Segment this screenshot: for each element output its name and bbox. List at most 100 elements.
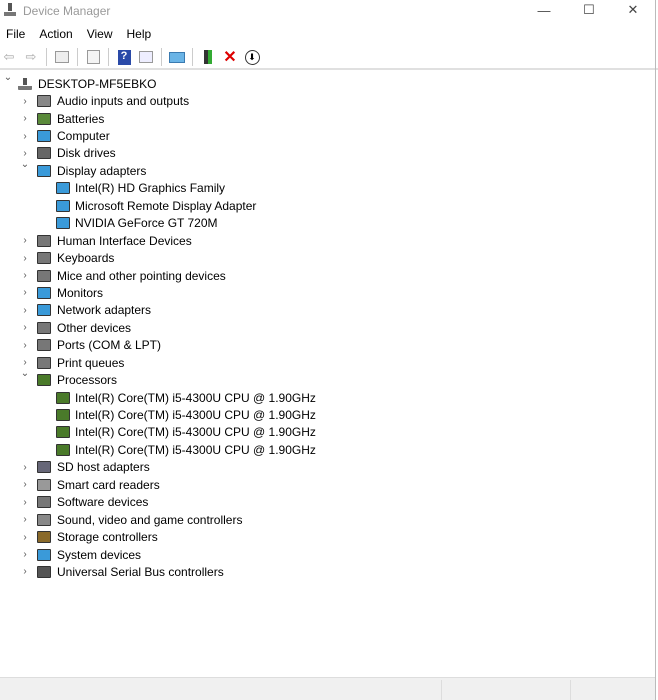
tree-item-label: Mice and other pointing devices	[57, 268, 226, 283]
minimize-button[interactable]: —	[522, 0, 566, 20]
chevron-down-icon[interactable]: ⌄	[20, 159, 30, 170]
toolbar: ⇦ ⇨ ? ✕ ⬇	[0, 46, 658, 70]
chevron-down-icon[interactable]: ⌄	[3, 72, 13, 83]
device-icon	[37, 147, 51, 160]
forward-icon[interactable]: ⇨	[22, 48, 40, 66]
device-icon	[37, 130, 51, 143]
tree-device[interactable]: Microsoft Remote Display Adapter	[0, 197, 654, 214]
tree-category[interactable]: › Sound, video and game controllers	[0, 511, 654, 528]
tree-category[interactable]: › System devices	[0, 546, 654, 563]
device-icon	[37, 461, 51, 474]
chevron-right-icon[interactable]: ›	[20, 131, 30, 142]
chevron-right-icon[interactable]: ›	[20, 479, 30, 490]
add-driver-icon[interactable]	[199, 48, 217, 66]
show-hidden-icon[interactable]	[137, 48, 155, 66]
device-icon	[37, 513, 51, 526]
tree-item-label: Batteries	[57, 111, 105, 126]
title-bar: Device Manager — ☐ ✕	[0, 0, 658, 22]
tree-category[interactable]: › Smart card readers	[0, 476, 654, 493]
tree-category[interactable]: › Universal Serial Bus controllers	[0, 563, 654, 580]
tree-category[interactable]: › Keyboards	[0, 249, 654, 266]
help-icon[interactable]: ?	[115, 48, 133, 66]
toolbar-separator	[77, 48, 78, 66]
tree-device[interactable]: Intel(R) Core(TM) i5-4300U CPU @ 1.90GHz	[0, 389, 654, 406]
chevron-right-icon[interactable]: ›	[20, 113, 30, 124]
chevron-right-icon[interactable]: ›	[20, 287, 30, 298]
chevron-right-icon[interactable]: ›	[20, 462, 30, 473]
tree-item-label: Intel(R) Core(TM) i5-4300U CPU @ 1.90GHz	[75, 442, 316, 457]
tree-device[interactable]: Intel(R) Core(TM) i5-4300U CPU @ 1.90GHz	[0, 406, 654, 423]
menu-view[interactable]: View	[81, 27, 121, 41]
tree-category[interactable]: › Network adapters	[0, 302, 654, 319]
tree-category[interactable]: › Disk drives	[0, 145, 654, 162]
close-button[interactable]: ✕	[611, 0, 655, 20]
device-icon	[37, 321, 51, 334]
chevron-right-icon[interactable]: ›	[20, 497, 30, 508]
window-title: Device Manager	[23, 4, 111, 18]
tree-device[interactable]: NVIDIA GeForce GT 720M	[0, 215, 654, 232]
chevron-down-icon[interactable]: ⌄	[20, 368, 30, 379]
tree-item-label: NVIDIA GeForce GT 720M	[75, 216, 218, 231]
toolbar-separator	[161, 48, 162, 66]
tree-item-label: Audio inputs and outputs	[57, 94, 190, 109]
tree-category[interactable]: › Other devices	[0, 319, 654, 336]
tree-item-label: Smart card readers	[57, 477, 160, 492]
tree-category[interactable]: ⌄ Display adapters	[0, 159, 654, 179]
device-icon	[37, 269, 51, 282]
device-icon	[56, 217, 70, 230]
device-tree[interactable]: ⌄ DESKTOP-MF5EBKO › Audio inputs and output…	[0, 72, 654, 581]
tree-category[interactable]: ⌄ Processors	[0, 368, 654, 388]
tree-root[interactable]: ⌄ DESKTOP-MF5EBKO	[0, 72, 654, 92]
tree-item-label: Keyboards	[57, 251, 115, 266]
tree-category[interactable]: › Print queues	[0, 354, 654, 371]
disable-icon[interactable]: ⬇	[243, 48, 261, 66]
tree-category[interactable]: › SD host adapters	[0, 459, 654, 476]
chevron-right-icon[interactable]: ›	[20, 96, 30, 107]
chevron-right-icon[interactable]: ›	[20, 514, 30, 525]
chevron-right-icon[interactable]: ›	[20, 549, 30, 560]
properties-icon[interactable]	[53, 48, 71, 66]
device-icon	[56, 426, 70, 439]
tree-category[interactable]: › Batteries	[0, 110, 654, 127]
window-border	[655, 0, 656, 700]
tree-category[interactable]: › Human Interface Devices	[0, 232, 654, 249]
device-icon	[56, 391, 70, 404]
device-icon	[56, 199, 70, 212]
tree-category[interactable]: › Audio inputs and outputs	[0, 92, 654, 109]
chevron-right-icon[interactable]: ›	[20, 270, 30, 281]
chevron-right-icon[interactable]: ›	[20, 340, 30, 351]
status-divider	[570, 680, 571, 700]
update-driver-icon[interactable]	[84, 48, 102, 66]
chevron-right-icon[interactable]: ›	[20, 357, 30, 368]
menu-help[interactable]: Help	[121, 27, 160, 41]
scan-hardware-icon[interactable]	[168, 48, 186, 66]
chevron-right-icon[interactable]: ›	[20, 566, 30, 577]
menu-action[interactable]: Action	[33, 27, 80, 41]
tree-item-label: Print queues	[57, 355, 125, 370]
device-icon	[37, 304, 51, 317]
tree-device[interactable]: Intel(R) Core(TM) i5-4300U CPU @ 1.90GHz	[0, 441, 654, 458]
maximize-button[interactable]: ☐	[567, 0, 611, 20]
tree-device[interactable]: Intel(R) Core(TM) i5-4300U CPU @ 1.90GHz	[0, 424, 654, 441]
chevron-right-icon[interactable]: ›	[20, 253, 30, 264]
tree-category[interactable]: › Computer	[0, 127, 654, 144]
tree-item-label: Human Interface Devices	[57, 233, 192, 248]
status-divider	[441, 680, 442, 700]
tree-category[interactable]: › Storage controllers	[0, 528, 654, 545]
uninstall-icon[interactable]: ✕	[221, 48, 239, 66]
chevron-right-icon[interactable]: ›	[20, 305, 30, 316]
tree-category[interactable]: › Ports (COM & LPT)	[0, 337, 654, 354]
tree-category[interactable]: › Monitors	[0, 284, 654, 301]
chevron-right-icon[interactable]: ›	[20, 322, 30, 333]
menu-file[interactable]: File	[0, 27, 33, 41]
tree-category[interactable]: › Software devices	[0, 494, 654, 511]
tree-device[interactable]: Intel(R) HD Graphics Family	[0, 180, 654, 197]
tree-category[interactable]: › Mice and other pointing devices	[0, 267, 654, 284]
chevron-right-icon[interactable]: ›	[20, 235, 30, 246]
device-icon	[37, 286, 51, 299]
chevron-right-icon[interactable]: ›	[20, 532, 30, 543]
device-icon	[56, 443, 70, 456]
tree-item-label: Intel(R) Core(TM) i5-4300U CPU @ 1.90GHz	[75, 425, 316, 440]
back-icon[interactable]: ⇦	[0, 48, 18, 66]
chevron-right-icon[interactable]: ›	[20, 148, 30, 159]
